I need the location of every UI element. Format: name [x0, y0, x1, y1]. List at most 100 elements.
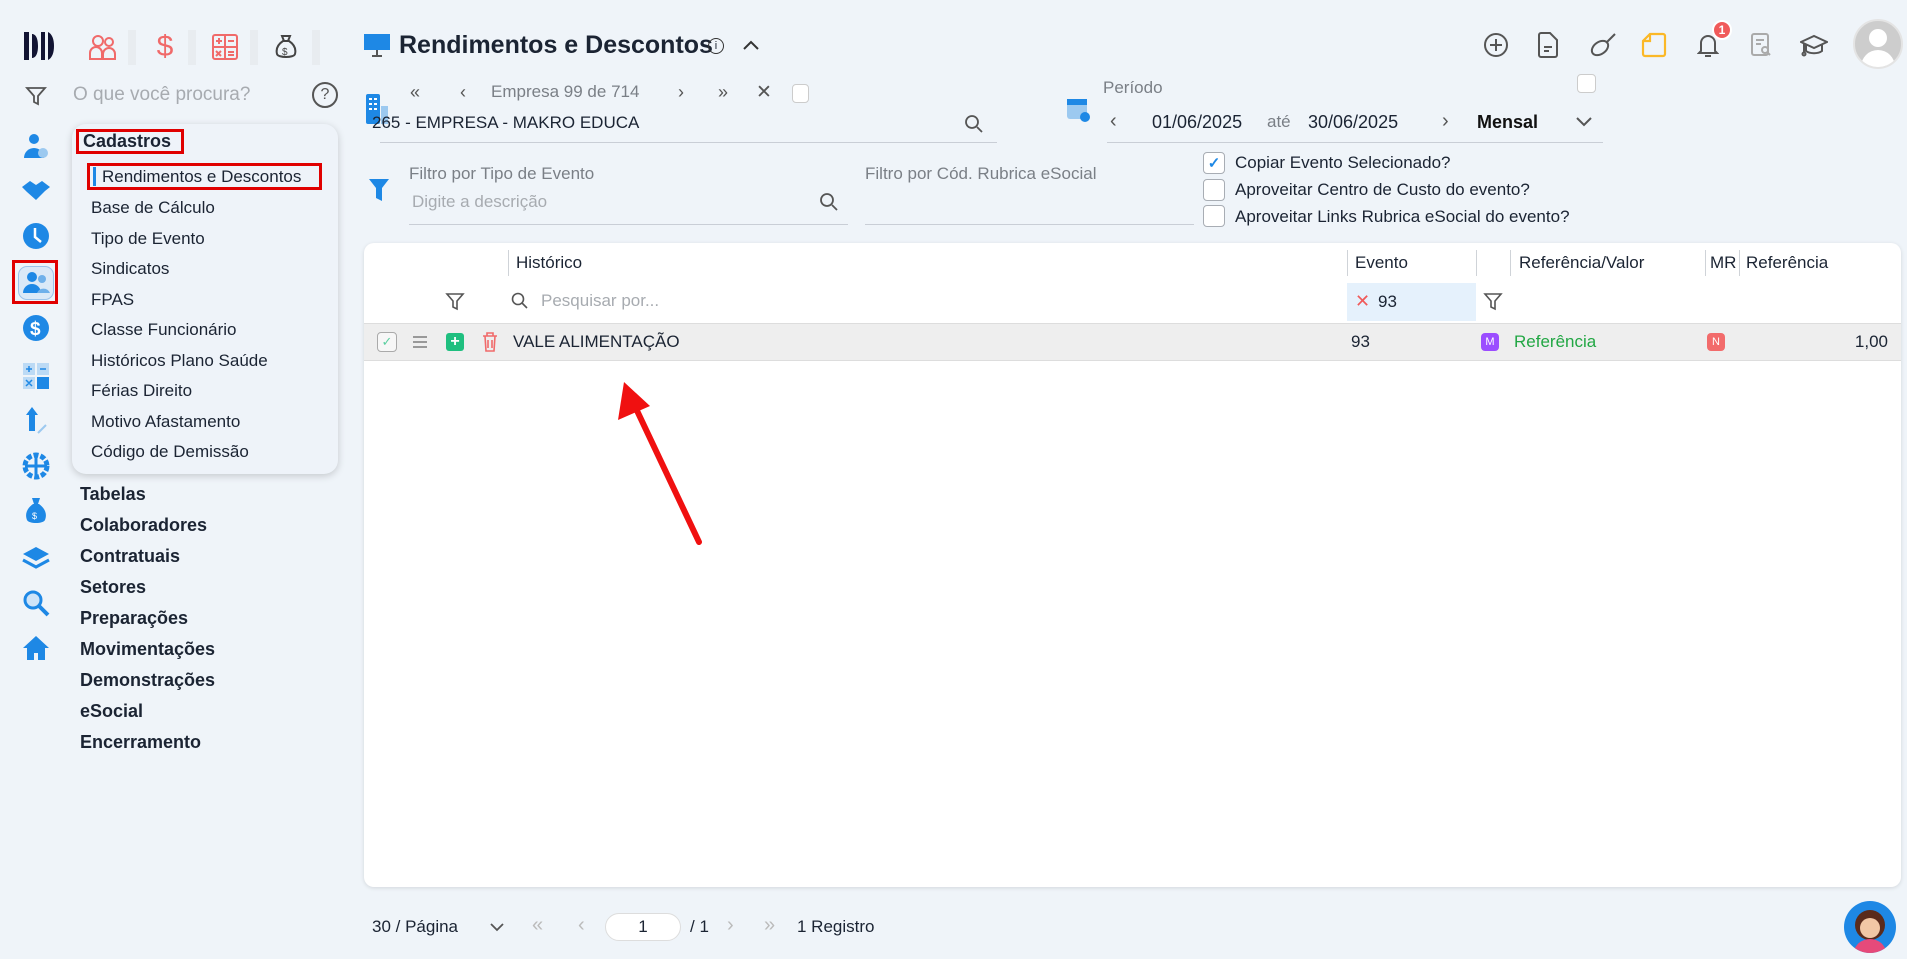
settings-gear-icon[interactable]: [20, 450, 52, 482]
user-avatar[interactable]: [1853, 19, 1903, 69]
document-icon[interactable]: [1533, 30, 1563, 60]
next-page-button[interactable]: ›: [727, 914, 734, 937]
menu-group-colaboradores[interactable]: Colaboradores: [80, 515, 207, 536]
menu-group-setores[interactable]: Setores: [80, 577, 146, 598]
first-page-button[interactable]: «: [532, 914, 543, 937]
historico-search-input[interactable]: Pesquisar por...: [541, 291, 659, 311]
col-separator[interactable]: [1705, 250, 1706, 276]
periodo-checkbox[interactable]: [1577, 74, 1596, 93]
column-header-referencia-valor[interactable]: Referência/Valor: [1519, 253, 1644, 273]
tipo-evento-input[interactable]: Digite a descrição: [412, 192, 547, 212]
period-start[interactable]: 01/06/2025: [1152, 112, 1242, 133]
column-header-referencia[interactable]: Referência: [1746, 253, 1828, 273]
page-input[interactable]: 1: [605, 913, 681, 941]
col-separator[interactable]: [508, 250, 509, 276]
menu-group-movimentacoes[interactable]: Movimentações: [80, 639, 215, 660]
column-header-evento[interactable]: Evento: [1355, 253, 1408, 273]
drag-handle-icon[interactable]: [411, 333, 429, 351]
submenu-item-classe-funcionario[interactable]: Classe Funcionário: [91, 320, 237, 340]
last-empresa-button[interactable]: »: [718, 82, 728, 103]
col-separator[interactable]: [1739, 250, 1740, 276]
period-end[interactable]: 30/06/2025: [1308, 112, 1398, 133]
calculator-icon[interactable]: [20, 360, 52, 392]
user-settings-icon[interactable]: [20, 130, 52, 162]
next-empresa-button[interactable]: ›: [678, 82, 684, 103]
empresa-search-icon[interactable]: [963, 113, 985, 135]
menu-group-preparacoes[interactable]: Preparações: [80, 608, 188, 629]
submenu-item-codigo-demissao[interactable]: Código de Demissão: [91, 442, 249, 462]
dollar-shortcut-icon[interactable]: $: [150, 30, 180, 63]
add-circle-icon[interactable]: [1481, 30, 1511, 60]
money-bag-shortcut-icon[interactable]: $: [273, 33, 299, 61]
centro-custo-checkbox[interactable]: [1203, 179, 1225, 201]
help-icon[interactable]: ?: [312, 82, 338, 108]
col-separator[interactable]: [1476, 250, 1477, 276]
add-row-icon[interactable]: +: [446, 333, 464, 351]
collapse-chevron-icon[interactable]: [740, 34, 762, 56]
next-period-button[interactable]: ›: [1442, 110, 1449, 133]
menu-search-input[interactable]: O que você procura?: [73, 84, 250, 106]
menu-group-cadastros[interactable]: Cadastros: [83, 131, 171, 152]
info-icon[interactable]: i: [708, 38, 724, 54]
col-separator[interactable]: [1510, 250, 1511, 276]
rocket-percent-icon[interactable]: [20, 405, 52, 437]
menu-group-encerramento[interactable]: Encerramento: [80, 732, 201, 753]
menu-filter-icon[interactable]: [24, 84, 48, 108]
people-shortcut-icon[interactable]: [88, 32, 118, 62]
submenu-item-ferias-direito[interactable]: Férias Direito: [91, 381, 192, 401]
frequency-select[interactable]: Mensal: [1477, 112, 1538, 133]
magnifier-icon[interactable]: [20, 587, 52, 619]
row-filter-icon[interactable]: [444, 290, 466, 312]
prev-page-button[interactable]: ‹: [578, 914, 585, 937]
col-separator[interactable]: [1347, 250, 1348, 276]
record-count: 1 Registro: [797, 917, 875, 936]
report-search-icon[interactable]: [1746, 30, 1776, 60]
finance-icon[interactable]: $: [20, 312, 52, 344]
submenu-item-sindicatos[interactable]: Sindicatos: [91, 259, 169, 279]
submenu-item-rendimentos[interactable]: Rendimentos e Descontos: [102, 167, 301, 187]
menu-group-demonstracoes[interactable]: Demonstrações: [80, 670, 215, 691]
delete-row-icon[interactable]: [481, 331, 499, 353]
rubrica-input[interactable]: [865, 192, 1190, 216]
app-logo[interactable]: [22, 30, 56, 62]
home-icon[interactable]: [20, 632, 52, 664]
column-header-mr[interactable]: MR: [1710, 253, 1736, 273]
prev-empresa-button[interactable]: ‹: [460, 82, 466, 103]
clear-evento-filter-icon[interactable]: ✕: [1355, 291, 1370, 312]
menu-group-esocial[interactable]: eSocial: [80, 701, 143, 722]
last-page-button[interactable]: »: [764, 914, 775, 937]
broom-icon[interactable]: [1588, 30, 1618, 60]
sticky-note-icon[interactable]: [1639, 30, 1669, 60]
clock-icon[interactable]: [20, 220, 52, 252]
graduation-cap-icon[interactable]: [1799, 30, 1829, 60]
empresa-checkbox[interactable]: [792, 84, 809, 103]
submenu-item-tipo-evento[interactable]: Tipo de Evento: [91, 229, 205, 249]
tipo-evento-search-icon[interactable]: [818, 191, 840, 213]
clear-empresa-button[interactable]: ✕: [756, 81, 772, 104]
money-bag-icon[interactable]: $: [20, 495, 52, 527]
row-select-checkbox[interactable]: ✓: [377, 332, 397, 352]
column-header-historico[interactable]: Histórico: [516, 253, 582, 273]
menu-group-tabelas[interactable]: Tabelas: [80, 484, 146, 505]
frequency-chevron-icon[interactable]: [1574, 112, 1594, 132]
copiar-evento-checkbox[interactable]: ✓: [1203, 152, 1225, 174]
submenu-item-motivo-afastamento[interactable]: Motivo Afastamento: [91, 412, 240, 432]
empresa-underline: [380, 142, 997, 143]
assistant-avatar[interactable]: [1844, 901, 1896, 953]
handshake-icon[interactable]: [20, 175, 52, 207]
submenu-item-fpas[interactable]: FPAS: [91, 290, 134, 310]
submenu-item-base-calculo[interactable]: Base de Cálculo: [91, 198, 215, 218]
prev-period-button[interactable]: ‹: [1110, 110, 1117, 133]
employees-icon[interactable]: [18, 266, 54, 300]
first-empresa-button[interactable]: «: [410, 82, 420, 103]
page-size-select[interactable]: 30 / Página: [372, 917, 458, 937]
evento-filter-funnel-icon[interactable]: [1482, 290, 1504, 312]
calculator-shortcut-icon[interactable]: [211, 33, 239, 61]
empresa-value[interactable]: 265 - EMPRESA - MAKRO EDUCA: [372, 113, 639, 133]
links-rubrica-checkbox[interactable]: [1203, 205, 1225, 227]
page-size-chevron-icon[interactable]: [488, 918, 506, 936]
evento-filter-value[interactable]: 93: [1378, 292, 1397, 312]
layers-icon[interactable]: [20, 542, 52, 574]
menu-group-contratuais[interactable]: Contratuais: [80, 546, 180, 567]
submenu-item-historicos-plano-saude[interactable]: Históricos Plano Saúde: [91, 351, 268, 371]
